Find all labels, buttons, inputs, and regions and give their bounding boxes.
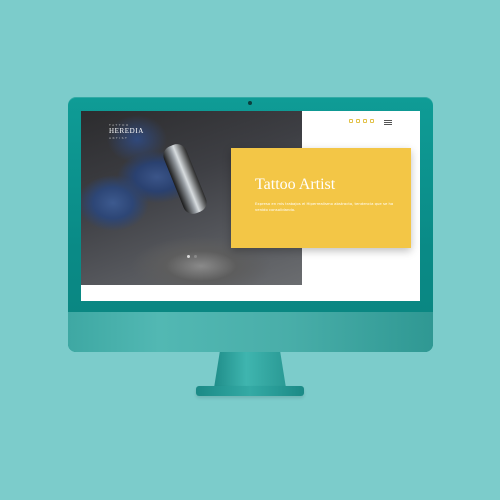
slider-dot[interactable]: [194, 255, 197, 258]
hero-description: Expreso en mis trabajos el Hiperrealismo…: [255, 201, 394, 212]
slider-dot[interactable]: [187, 255, 190, 258]
monitor-stand-base: [196, 386, 304, 396]
hero-title: Tattoo Artist: [255, 176, 336, 193]
tattoo-machine-needle: [160, 141, 210, 217]
monitor: TATTOO HEREDIA ARTIST Tattoo Artist Expr…: [68, 97, 433, 352]
instagram-icon[interactable]: [363, 119, 367, 123]
logo-tagline-bottom: ARTIST: [109, 136, 129, 140]
hamburger-menu-icon[interactable]: [384, 120, 392, 125]
social-links: [349, 119, 374, 123]
website-screen: TATTOO HEREDIA ARTIST Tattoo Artist Expr…: [81, 111, 420, 301]
youtube-icon[interactable]: [370, 119, 374, 123]
monitor-stand-neck: [214, 352, 286, 388]
slider-dots: [187, 255, 197, 258]
webcam: [248, 101, 252, 105]
monitor-chin: [68, 312, 433, 352]
facebook-icon[interactable]: [356, 119, 360, 123]
hero-card: Tattoo Artist Expreso en mis trabajos el…: [231, 148, 411, 248]
whatsapp-icon[interactable]: [349, 119, 353, 123]
logo-name[interactable]: HEREDIA: [109, 127, 144, 135]
